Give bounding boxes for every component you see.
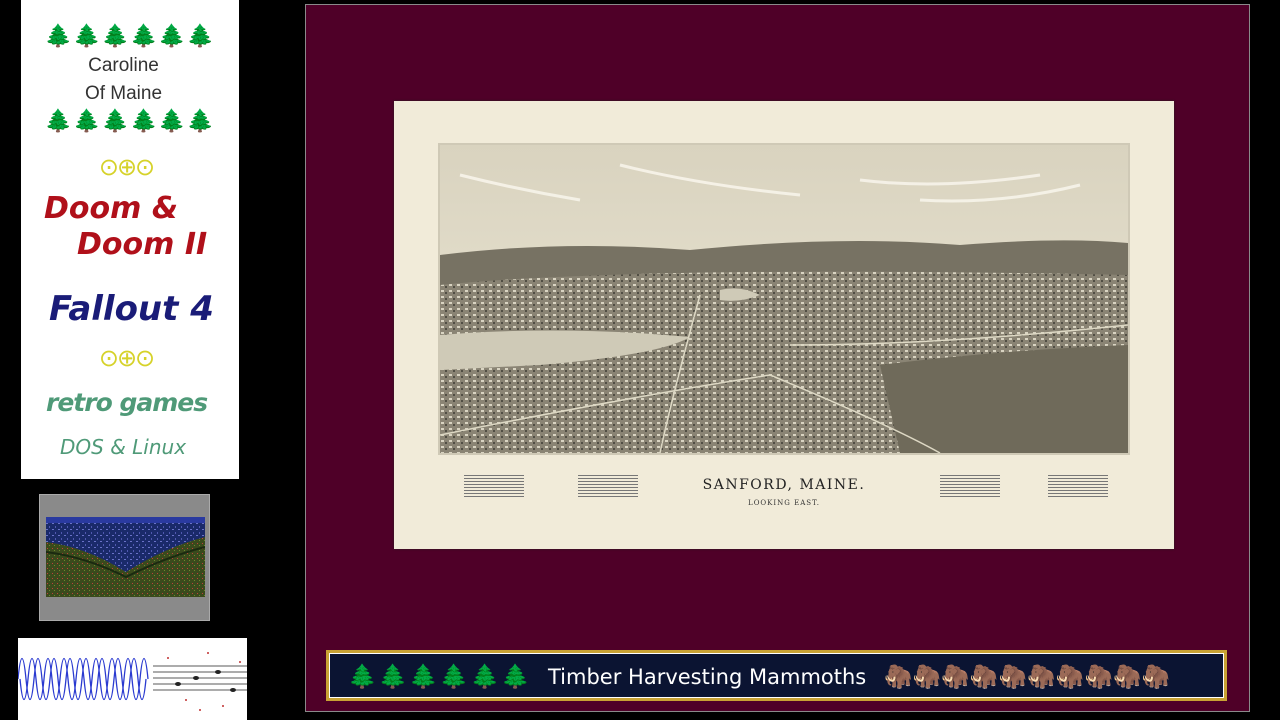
ticker-text: Timber Harvesting Mammoths <box>548 665 867 689</box>
dos-linux-label: DOS & Linux <box>60 435 187 459</box>
tree-icons-ticker: 🌲🌲🌲🌲🌲🌲 <box>348 664 532 690</box>
main-frame: SANFORD, MAINE. LOOKING EAST. 🌲🌲🌲🌲🌲🌲 Tim… <box>305 4 1250 712</box>
doom-title-line2: Doom II <box>77 227 208 262</box>
retro-games-label: retro games <box>46 388 208 417</box>
map-legend-center-right <box>940 473 1000 499</box>
tree-icons-top: 🌲🌲🌲🌲🌲🌲 <box>44 24 216 49</box>
fallout-title: Fallout 4 <box>49 289 214 329</box>
map-subtitle: LOOKING EAST. <box>748 499 820 507</box>
channel-name-line2: Of Maine <box>84 83 163 104</box>
map-illustration <box>438 143 1130 455</box>
rings-icon-bottom: ⊙⊕⊙ <box>98 344 155 372</box>
mammoth-icons: 🦣🦣🦣🦣🦣🦣🦣🦣🦣🦣 <box>884 664 1171 690</box>
map-legend-center-left <box>578 473 638 499</box>
channel-name-line1: Caroline <box>88 55 159 76</box>
game-thumbnail <box>39 494 210 621</box>
stream-layout: 🌲🌲🌲🌲🌲🌲 Caroline Of Maine 🌲🌲🌲🌲🌲🌲 ⊙⊕⊙ Doom… <box>0 0 1280 720</box>
thumbnail-scene <box>46 517 205 597</box>
branding-card: 🌲🌲🌲🌲🌲🌲 Caroline Of Maine 🌲🌲🌲🌲🌲🌲 ⊙⊕⊙ Doom… <box>21 0 239 479</box>
audio-visualizer <box>18 638 247 720</box>
tree-icons-bottom: 🌲🌲🌲🌲🌲🌲 <box>44 109 216 134</box>
doom-title-line1: Doom & <box>44 191 178 226</box>
rings-icon-top: ⊙⊕⊙ <box>98 153 155 181</box>
map-legend-left <box>464 473 524 499</box>
map-legend-right <box>1048 473 1108 499</box>
map-print: SANFORD, MAINE. LOOKING EAST. <box>394 101 1174 549</box>
ticker-bar: 🌲🌲🌲🌲🌲🌲 Timber Harvesting Mammoths 🦣🦣🦣🦣🦣🦣… <box>326 650 1227 701</box>
